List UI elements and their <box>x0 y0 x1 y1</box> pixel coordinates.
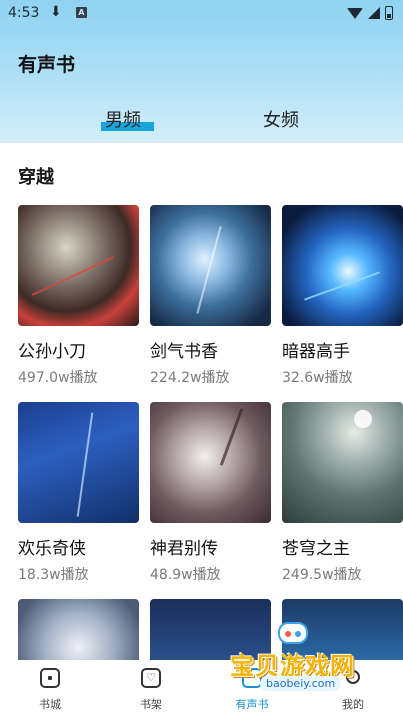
book-plays: 48.9w播放 <box>150 567 221 583</box>
book-cover <box>18 402 139 523</box>
status-time: 4:53 <box>8 5 40 21</box>
signal-icon <box>368 7 380 19</box>
book-title: 神君别传 <box>150 539 218 559</box>
tab-female[interactable]: 女频 <box>263 106 299 132</box>
nav-label: 我的 <box>342 698 364 711</box>
book-cover <box>282 205 403 326</box>
book-title: 苍穹之主 <box>282 539 350 559</box>
book-cover <box>150 402 271 523</box>
tab-label: 男频 <box>105 110 141 131</box>
section-title: 穿越 <box>18 167 54 188</box>
tab-bar: 男频 女频 <box>0 100 403 140</box>
watermark: 宝贝游戏网 baobeiy.com <box>230 616 403 696</box>
book-plays: 249.5w播放 <box>282 567 362 583</box>
app-notification-icon: A <box>76 7 87 18</box>
book-card[interactable]: 剑气书香 224.2w播放 <box>150 205 271 386</box>
nav-label: 有声书 <box>235 698 269 711</box>
gamepad-icon <box>278 622 308 644</box>
battery-icon <box>385 6 393 20</box>
book-card[interactable]: 公孙小刀 497.0w播放 <box>18 205 139 386</box>
nav-bookstore[interactable]: 书城 <box>10 660 90 716</box>
book-plays: 497.0w播放 <box>18 370 98 386</box>
book-cover <box>150 205 271 326</box>
status-icons <box>347 6 393 20</box>
book-cover <box>282 402 403 523</box>
book-title: 欢乐奇侠 <box>18 539 86 559</box>
tab-male[interactable]: 男频 <box>105 106 141 132</box>
bookshelf-icon: ♡ <box>141 668 161 688</box>
page-title: 有声书 <box>18 54 76 76</box>
wifi-icon <box>347 7 363 19</box>
download-icon: ⬇ <box>50 4 62 20</box>
nav-bookshelf[interactable]: ♡ 书架 <box>111 660 191 716</box>
header: 4:53 ⬇ A 有声书 男频 女频 <box>0 0 403 143</box>
book-title: 暗器高手 <box>282 342 350 362</box>
nav-label: 书城 <box>39 698 61 711</box>
nav-label: 书架 <box>140 698 162 711</box>
book-card[interactable]: 苍穹之主 249.5w播放 <box>282 402 403 583</box>
category-section: 穿越 公孙小刀 497.0w播放 剑气书香 224.2w播放 暗器高手 32.6… <box>0 143 403 716</box>
book-card[interactable]: 欢乐奇侠 18.3w播放 <box>18 402 139 583</box>
book-plays: 32.6w播放 <box>282 370 353 386</box>
book-plays: 18.3w播放 <box>18 567 89 583</box>
book-plays: 224.2w播放 <box>150 370 230 386</box>
bookstore-icon <box>40 668 60 688</box>
book-card[interactable]: 神君别传 48.9w播放 <box>150 402 271 583</box>
book-card[interactable]: 暗器高手 32.6w播放 <box>282 205 403 386</box>
book-cover <box>18 205 139 326</box>
tab-label: 女频 <box>263 110 299 131</box>
book-title: 剑气书香 <box>150 342 218 362</box>
status-bar: 4:53 ⬇ A <box>0 0 403 28</box>
watermark-url: baobeiy.com <box>260 676 342 691</box>
book-title: 公孙小刀 <box>18 342 86 362</box>
